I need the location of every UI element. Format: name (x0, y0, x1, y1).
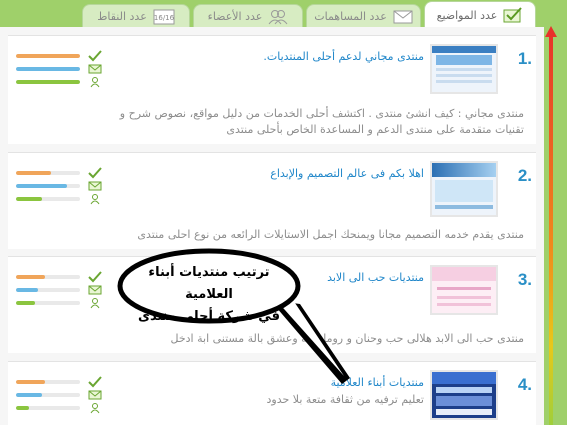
topics-icon (88, 376, 102, 388)
tab-bar: عدد المواضيع عدد المساهمات عدد الأعضاء ع… (8, 0, 536, 28)
ranking-panel: 1. منتدى مجاني لدعم أحلى المنتديات. منتد… (0, 27, 544, 425)
topics-bar (16, 380, 45, 384)
stats-bars (16, 167, 116, 206)
member-icon (90, 403, 100, 414)
posts-stat (16, 63, 116, 76)
tab-label: عدد الأعضاء (207, 10, 263, 23)
ranking-scale-bar (549, 30, 553, 425)
bubble-line: في شركة أحلى منتدى (138, 309, 280, 324)
envelope-icon (88, 285, 102, 295)
tab-members-count[interactable]: عدد الأعضاء (193, 4, 303, 28)
envelope-icon (393, 10, 413, 23)
posts-stat (16, 389, 116, 402)
forum-thumbnail[interactable] (430, 370, 498, 420)
members-bar (16, 197, 42, 201)
topics-icon (503, 7, 523, 23)
members-bar (16, 301, 36, 305)
members-stat (16, 76, 116, 89)
members-icon (268, 9, 288, 24)
tab-topics-count[interactable]: عدد المواضيع (424, 1, 536, 28)
forum-description: منتدى حب الى الابد هلالى حب وحنان و روما… (170, 332, 524, 345)
list-item: 4. منتديات أبناء العلامية تعليم ترفيه من… (8, 361, 536, 425)
stats-bars (16, 50, 116, 89)
forum-title-link[interactable]: اهلا بكم فى عالم التصميم والإبداع (270, 167, 424, 180)
member-icon (90, 194, 100, 205)
posts-bar (16, 393, 42, 397)
forum-thumbnail[interactable] (430, 265, 498, 315)
tab-label: عدد المساهمات (314, 10, 387, 23)
tab-posts-count[interactable]: عدد المساهمات (306, 4, 421, 28)
bubble-caption: ترتيب منتديات أبناء العلامية في شركة أحل… (124, 262, 294, 328)
posts-bar (16, 288, 39, 292)
forum-thumbnail[interactable] (430, 44, 498, 94)
members-bar (16, 80, 80, 84)
posts-bar (16, 184, 68, 188)
svg-text:16/16: 16/16 (154, 14, 175, 22)
topics-bar (16, 54, 80, 58)
forum-title-link[interactable]: منتديات أبناء العلامية (331, 376, 424, 389)
forum-description: منتدى يقدم خدمه التصميم مجانا ويمنحك اجم… (137, 228, 524, 241)
topics-icon (88, 167, 102, 179)
topics-icon (88, 50, 102, 62)
forum-description: منتدى مجاني : كيف انشئ منتدى . اكتشف أحل… (119, 107, 524, 136)
member-icon (90, 298, 100, 309)
envelope-icon (88, 64, 102, 74)
envelope-icon (88, 390, 102, 400)
forum-thumbnail[interactable] (430, 161, 498, 217)
rank-number: 1. (517, 49, 532, 68)
list-item: 2. اهلا بكم فى عالم التصميم والإبداع منت… (8, 152, 536, 249)
list-item: 1. منتدى مجاني لدعم أحلى المنتديات. منتد… (8, 35, 536, 144)
posts-bar (16, 67, 80, 71)
points-icon: 16/16 (153, 9, 175, 24)
tab-label: عدد المواضيع (436, 8, 498, 22)
topics-stat (16, 271, 116, 284)
up-arrow-icon (545, 26, 557, 37)
topics-stat (16, 167, 116, 180)
topics-stat (16, 376, 116, 389)
members-bar (16, 406, 29, 410)
members-stat (16, 193, 116, 206)
rank-number: 4. (517, 375, 532, 394)
forum-title-link[interactable]: منتديات حب الى الابد (327, 271, 424, 284)
stats-bars (16, 271, 116, 310)
rank-number: 2. (517, 166, 532, 185)
tab-points-count[interactable]: عدد النقاط 16/16 (82, 4, 190, 28)
posts-stat (16, 180, 116, 193)
members-stat (16, 297, 116, 310)
topics-stat (16, 50, 116, 63)
forum-title-link[interactable]: منتدى مجاني لدعم أحلى المنتديات. (263, 50, 424, 63)
tab-label: عدد النقاط (97, 10, 147, 23)
topics-icon (88, 271, 102, 283)
stats-bars (16, 376, 116, 415)
topics-bar (16, 275, 45, 279)
rank-number: 3. (517, 270, 532, 289)
posts-stat (16, 284, 116, 297)
bubble-line: ترتيب منتديات أبناء العلامية (148, 265, 270, 302)
members-stat (16, 402, 116, 415)
forum-description: تعليم ترفيه من ثقافة متعة بلا حدود (266, 393, 424, 406)
member-icon (90, 77, 100, 88)
envelope-icon (88, 181, 102, 191)
topics-bar (16, 171, 52, 175)
